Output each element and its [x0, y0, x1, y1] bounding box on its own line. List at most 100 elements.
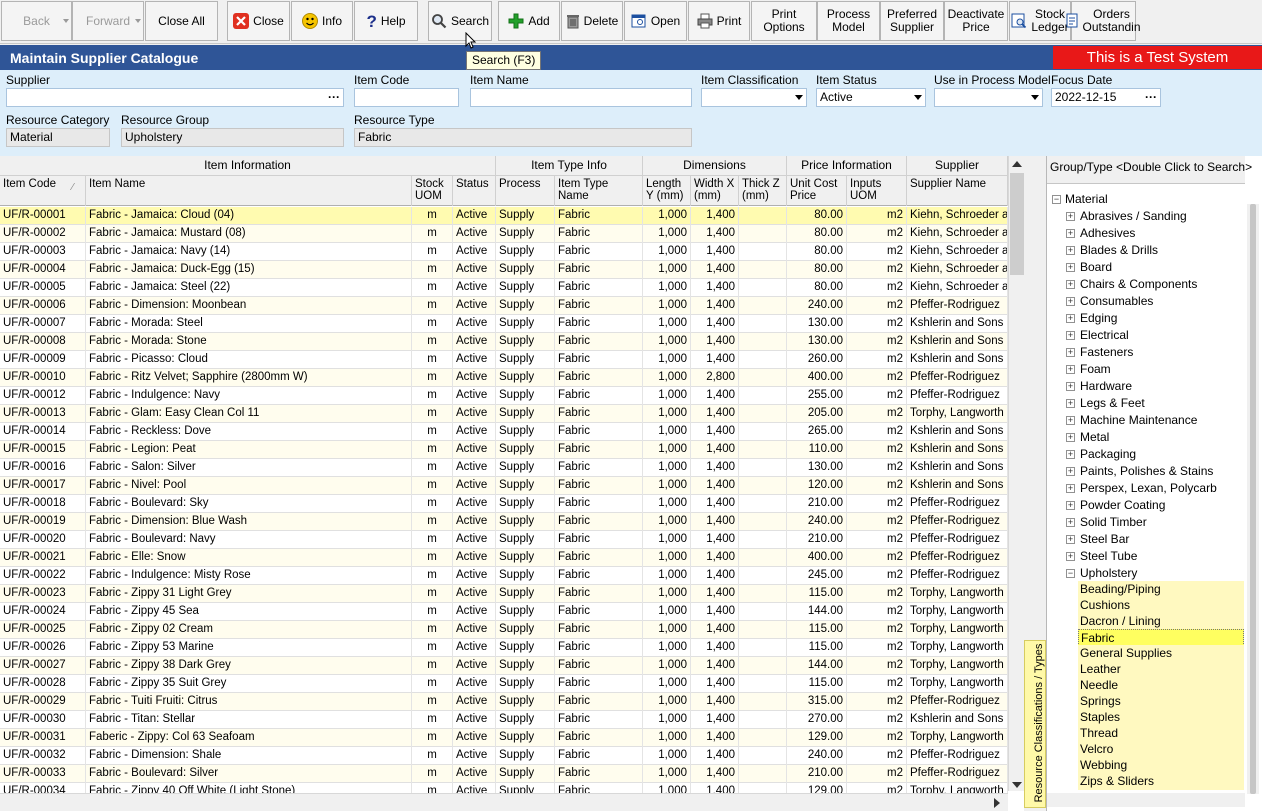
- tree-node-type[interactable]: Webbing: [1078, 757, 1244, 774]
- tree-node-group[interactable]: Adhesives: [1080, 225, 1135, 242]
- supplier-field[interactable]: ···: [6, 88, 344, 107]
- table-row[interactable]: UF/R-00009 Fabric - Picasso: Cloud m Active…: [0, 351, 1008, 369]
- focus-date-field[interactable]: 2022-12-15 ···: [1051, 88, 1161, 107]
- scroll-thumb[interactable]: [1010, 173, 1024, 275]
- preferred-supplier-button[interactable]: Preferred Supplier: [880, 1, 944, 41]
- scroll-up-icon[interactable]: [1012, 161, 1022, 167]
- tree-node-group[interactable]: Solid Timber: [1080, 514, 1147, 531]
- expand-icon[interactable]: +: [1066, 450, 1075, 459]
- tree-node-type[interactable]: Staples: [1078, 709, 1244, 726]
- column-header[interactable]: Item Name: [86, 176, 412, 206]
- tree-node-group[interactable]: Machine Maintenance: [1080, 412, 1197, 429]
- stock-ledger-button[interactable]: Stock Ledger: [1009, 1, 1071, 41]
- tree-node-type[interactable]: Dacron / Lining: [1078, 613, 1244, 630]
- table-row[interactable]: UF/R-00022 Fabric - Indulgence: Misty Ros…: [0, 567, 1008, 585]
- tree-node-group[interactable]: Perspex, Lexan, Polycarb: [1080, 480, 1217, 497]
- expand-icon[interactable]: +: [1066, 212, 1075, 221]
- expand-icon[interactable]: +: [1066, 331, 1075, 340]
- table-row[interactable]: UF/R-00007 Fabric - Morada: Steel m Active S…: [0, 315, 1008, 333]
- column-header[interactable]: Process: [496, 176, 555, 206]
- delete-button[interactable]: Delete: [561, 1, 623, 41]
- collapse-icon[interactable]: −: [1052, 195, 1061, 204]
- tree-node-type[interactable]: Beading/Piping: [1078, 581, 1244, 598]
- print-options-button[interactable]: Print Options: [751, 1, 817, 41]
- table-row[interactable]: UF/R-00020 Fabric - Boulevard: Navy m Activ…: [0, 531, 1008, 549]
- table-row[interactable]: UF/R-00033 Fabric - Boulevard: Silver m Act…: [0, 765, 1008, 783]
- table-row[interactable]: UF/R-00004 Fabric - Jamaica: Duck-Egg (15…: [0, 261, 1008, 279]
- expand-icon[interactable]: +: [1066, 535, 1075, 544]
- column-header[interactable]: Width X (mm): [691, 176, 739, 206]
- forward-button[interactable]: Forward: [72, 1, 144, 41]
- table-row[interactable]: UF/R-00005 Fabric - Jamaica: Steel (22) m A…: [0, 279, 1008, 297]
- expand-icon[interactable]: +: [1066, 552, 1075, 561]
- close-button[interactable]: Close: [227, 1, 290, 41]
- table-row[interactable]: UF/R-00006 Fabric - Dimension: Moonbean m A…: [0, 297, 1008, 315]
- expand-icon[interactable]: +: [1066, 467, 1075, 476]
- column-header[interactable]: Supplier Name: [907, 176, 1008, 206]
- collapse-icon[interactable]: −: [1066, 569, 1075, 578]
- expand-icon[interactable]: +: [1066, 229, 1075, 238]
- item-classification-select[interactable]: [701, 88, 807, 107]
- table-row[interactable]: UF/R-00021 Fabric - Elle: Snow m Active Supp…: [0, 549, 1008, 567]
- table-row[interactable]: UF/R-00030 Fabric - Titan: Stellar m Active…: [0, 711, 1008, 729]
- expand-icon[interactable]: +: [1066, 416, 1075, 425]
- table-row[interactable]: UF/R-00017 Fabric - Nivel: Pool m Active Sup…: [0, 477, 1008, 495]
- scroll-down-icon[interactable]: [1012, 782, 1022, 788]
- table-row[interactable]: UF/R-00029 Fabric - Tuiti Fruiti: Citrus m…: [0, 693, 1008, 711]
- table-row[interactable]: UF/R-00015 Fabric - Legion: Peat m Active Su…: [0, 441, 1008, 459]
- info-button[interactable]: Info: [291, 1, 353, 41]
- ellipsis-icon[interactable]: ···: [1145, 89, 1157, 106]
- table-row[interactable]: UF/R-00010 Fabric - Ritz Velvet; Sapphire…: [0, 369, 1008, 387]
- column-header[interactable]: Stock UOM: [412, 176, 453, 206]
- tree-node-group[interactable]: Hardware: [1080, 378, 1132, 395]
- vertical-scrollbar[interactable]: [1008, 156, 1024, 791]
- expand-icon[interactable]: +: [1066, 365, 1075, 374]
- tree-node-group[interactable]: Chairs & Components: [1080, 276, 1197, 293]
- tree-scrollbar[interactable]: [1247, 204, 1259, 794]
- item-status-select[interactable]: Active: [816, 88, 926, 107]
- tree-horizontal-scrollbar[interactable]: [1047, 793, 1245, 807]
- back-button[interactable]: Back: [1, 1, 72, 41]
- ellipsis-icon[interactable]: ···: [328, 89, 340, 106]
- column-header[interactable]: Thick Z (mm): [739, 176, 787, 206]
- tree-node-type[interactable]: Zips & Sliders: [1078, 773, 1244, 790]
- horizontal-scrollbar[interactable]: [0, 793, 1008, 811]
- tree-scroll-thumb[interactable]: [1250, 204, 1256, 794]
- tree-node-group[interactable]: Paints, Polishes & Stains: [1080, 463, 1213, 480]
- expand-icon[interactable]: +: [1066, 518, 1075, 527]
- table-row[interactable]: UF/R-00013 Fabric - Glam: Easy Clean Col …: [0, 405, 1008, 423]
- tree-node-group[interactable]: Fasteners: [1080, 344, 1133, 361]
- tree-node-type[interactable]: General Supplies: [1078, 645, 1244, 662]
- tree-node-type[interactable]: Springs: [1078, 693, 1244, 710]
- tree-node-group[interactable]: Blades & Drills: [1080, 242, 1158, 259]
- column-header[interactable]: Status: [453, 176, 496, 206]
- table-row[interactable]: UF/R-00002 Fabric - Jamaica: Mustard (08)…: [0, 225, 1008, 243]
- table-row[interactable]: UF/R-00032 Fabric - Dimension: Shale m Acti…: [0, 747, 1008, 765]
- tree-node-group[interactable]: Electrical: [1080, 327, 1129, 344]
- table-row[interactable]: UF/R-00001 Fabric - Jamaica: Cloud (04) m A…: [0, 207, 1008, 225]
- expand-icon[interactable]: +: [1066, 484, 1075, 493]
- tree-node-type[interactable]: Needle: [1078, 677, 1244, 694]
- table-row[interactable]: UF/R-00026 Fabric - Zippy 53 Marine m Activ…: [0, 639, 1008, 657]
- table-row[interactable]: UF/R-00019 Fabric - Dimension: Blue Wash m…: [0, 513, 1008, 531]
- expand-icon[interactable]: +: [1066, 297, 1075, 306]
- help-button[interactable]: ? Help: [354, 1, 418, 41]
- deactivate-price-button[interactable]: Deactivate Price: [944, 1, 1008, 41]
- tree-node-group[interactable]: Powder Coating: [1080, 497, 1165, 514]
- use-in-process-model-select[interactable]: [934, 88, 1043, 107]
- open-button[interactable]: Open: [624, 1, 687, 41]
- tree-node-group[interactable]: Metal: [1080, 429, 1109, 446]
- tree-node-group[interactable]: Legs & Feet: [1080, 395, 1145, 412]
- tree-node-group[interactable]: Board: [1080, 259, 1112, 276]
- expand-icon[interactable]: +: [1066, 501, 1075, 510]
- tree-node-group[interactable]: Steel Tube: [1080, 548, 1137, 565]
- table-row[interactable]: UF/R-00027 Fabric - Zippy 38 Dark Grey m Ac…: [0, 657, 1008, 675]
- tree-node-group[interactable]: Steel Bar: [1080, 531, 1129, 548]
- close-all-button[interactable]: Close All: [145, 1, 218, 41]
- expand-icon[interactable]: +: [1066, 382, 1075, 391]
- tree-node-group[interactable]: Edging: [1080, 310, 1117, 327]
- expand-icon[interactable]: +: [1066, 263, 1075, 272]
- expand-icon[interactable]: +: [1066, 314, 1075, 323]
- column-header[interactable]: Item Type Name: [555, 176, 643, 206]
- table-row[interactable]: UF/R-00025 Fabric - Zippy 02 Cream m Active…: [0, 621, 1008, 639]
